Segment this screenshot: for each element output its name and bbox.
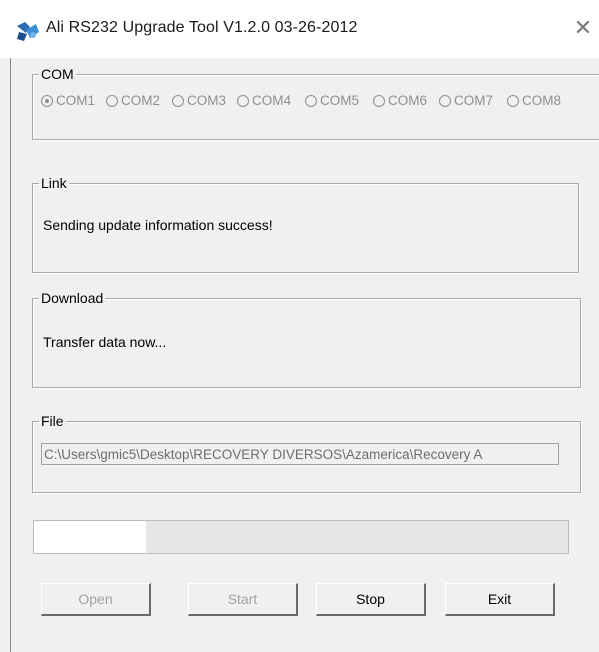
com-port-label: COM6 (388, 93, 428, 108)
com-port-label: COM4 (252, 93, 292, 108)
com-port-label: COM8 (522, 93, 562, 108)
open-button[interactable]: Open (41, 583, 151, 616)
com-port-radio[interactable]: COM7 (439, 93, 503, 111)
stop-button[interactable]: Stop (316, 583, 426, 616)
radio-circle-icon[interactable] (439, 95, 451, 107)
radio-circle-icon[interactable] (172, 95, 184, 107)
radio-circle-icon[interactable] (237, 95, 249, 107)
com-port-label: COM2 (121, 93, 161, 108)
title-bar[interactable]: Ali RS232 Upgrade Tool V1.2.0 03-26-2012… (0, 0, 599, 58)
file-path-field[interactable]: C:\Users\gmic5\Desktop\RECOVERY DIVERSOS… (41, 443, 559, 465)
com-group-legend: COM (41, 66, 74, 82)
link-group: Link Sending update information success! (32, 175, 579, 273)
window-title: Ali RS232 Upgrade Tool V1.2.0 03-26-2012 (46, 19, 358, 36)
download-group: Download Transfer data now... (32, 290, 581, 388)
close-icon[interactable]: ✕ (570, 16, 596, 42)
exit-button[interactable]: Exit (445, 583, 555, 616)
com-port-radio[interactable]: COM5 (305, 93, 369, 111)
com-group: COM COM1 COM2 COM3 COM4 COM5 COM6 COM7 COM8 (32, 66, 599, 140)
com-port-label: COM3 (187, 93, 227, 108)
com-port-radio[interactable]: COM2 (106, 93, 168, 111)
radio-circle-icon[interactable] (106, 95, 118, 107)
com-port-label: COM1 (56, 93, 96, 108)
link-group-legend: Link (41, 175, 67, 191)
com-port-radio[interactable]: COM8 (507, 93, 567, 111)
radio-circle-icon[interactable] (305, 95, 317, 107)
com-port-radio[interactable]: COM3 (172, 93, 234, 111)
com-port-label: COM5 (320, 93, 360, 108)
link-status-text: Sending update information success! (43, 217, 273, 233)
file-group-legend: File (41, 413, 64, 429)
file-group: File C:\Users\gmic5\Desktop\RECOVERY DIV… (32, 413, 581, 493)
com-port-label: COM7 (454, 93, 494, 108)
start-button[interactable]: Start (188, 583, 298, 616)
dialog-client-area: COM COM1 COM2 COM3 COM4 COM5 COM6 COM7 COM8 Lin… (10, 58, 599, 652)
upgrade-progress-bar (33, 520, 569, 554)
com-port-radio[interactable]: COM4 (237, 93, 301, 111)
upgrade-tool-window: Ali RS232 Upgrade Tool V1.2.0 03-26-2012… (0, 0, 599, 652)
download-status-text: Transfer data now... (43, 334, 167, 350)
progress-fill (34, 521, 147, 553)
com-port-radio[interactable]: COM1 (41, 93, 101, 111)
app-icon (16, 20, 40, 42)
radio-circle-icon[interactable] (373, 95, 385, 107)
radio-circle-icon[interactable] (507, 95, 519, 107)
download-group-legend: Download (41, 290, 104, 306)
com-port-radio[interactable]: COM6 (373, 93, 435, 111)
radio-circle-icon[interactable] (41, 95, 53, 107)
com-port-radio-row: COM1 COM2 COM3 COM4 COM5 COM6 COM7 COM8 (33, 82, 599, 112)
